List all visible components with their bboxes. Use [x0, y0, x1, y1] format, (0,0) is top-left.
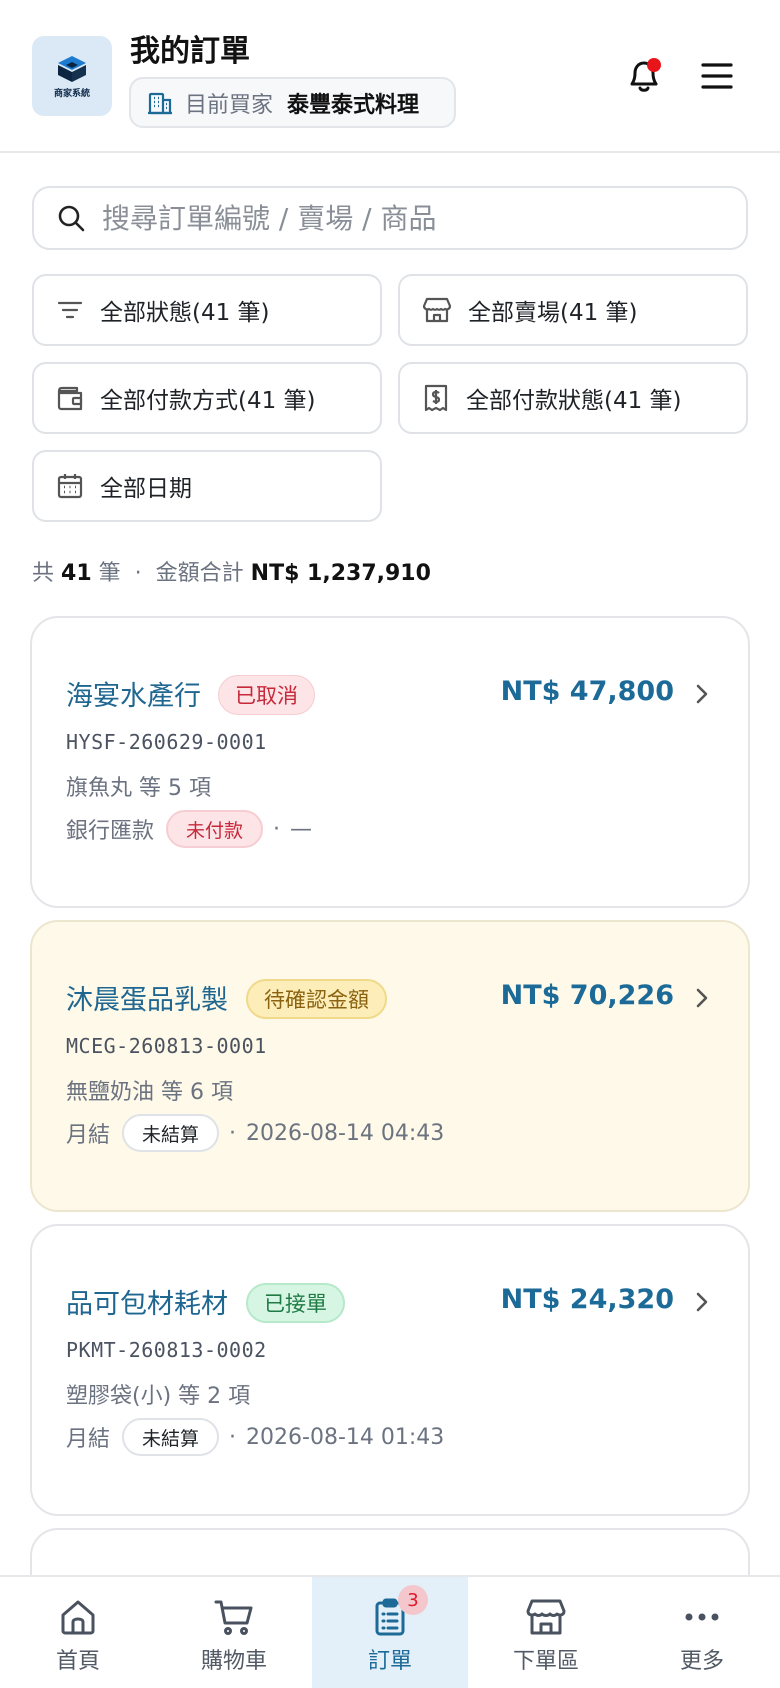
- hamburger-menu-icon[interactable]: [700, 58, 734, 94]
- summary-amount-value: NT$ 1,237,910: [250, 561, 431, 586]
- buyer-name: 泰豐泰式料理: [287, 92, 420, 118]
- calendar-icon: [57, 474, 83, 499]
- order-amount: NT$ 70,226: [500, 980, 674, 1011]
- chevron-right-icon: [696, 988, 708, 1008]
- filter-icon: [57, 301, 83, 319]
- order-time: 2026-08-14 01:43: [246, 1424, 445, 1450]
- filter-payment-method-label: 全部付款方式(41 筆): [100, 388, 316, 414]
- nav-cart[interactable]: 購物車: [156, 1577, 312, 1688]
- order-vendor: 海宴水產行: [66, 681, 201, 712]
- search-box[interactable]: [32, 186, 748, 250]
- order-card[interactable]: 沐晨蛋品乳製 待確認金額 NT$ 70,226 MCEG-260813-0001…: [30, 920, 750, 1212]
- nav-more-label: 更多: [679, 1649, 724, 1674]
- summary-amount-label: 金額合計: [155, 561, 244, 586]
- nav-home-label: 首頁: [55, 1649, 100, 1674]
- payment-status-badge: 未結算: [122, 1114, 220, 1152]
- order-number: HYSF-260629-0001: [66, 730, 267, 754]
- current-buyer-selector[interactable]: 目前買家 泰豐泰式料理: [129, 77, 456, 128]
- box-logo-icon: [58, 55, 86, 82]
- filter-payment-status[interactable]: 全部付款狀態(41 筆): [398, 362, 748, 434]
- order-amount: NT$ 24,320: [500, 1284, 674, 1315]
- app-header: 商家系統 我的訂單 目前買家 泰豐泰式料理: [0, 0, 780, 153]
- wallet-icon: [57, 386, 83, 411]
- notification-dot: [647, 58, 661, 72]
- separator-dot: ·: [229, 1120, 237, 1146]
- filter-store-label: 全部賣場(41 筆): [468, 300, 638, 326]
- order-card[interactable]: 品可包材耗材 已接單 NT$ 24,320 PKMT-260813-0002 塑…: [30, 1224, 750, 1516]
- nav-orders-label: 訂單: [367, 1649, 412, 1674]
- page-title: 我的訂單: [130, 34, 250, 69]
- nav-orders[interactable]: 3 訂單: [312, 1577, 468, 1688]
- order-status-badge: 已取消: [218, 675, 315, 715]
- orders-count-badge: 3: [398, 1585, 428, 1615]
- order-status-badge: 已接單: [246, 1283, 345, 1323]
- chevron-right-icon: [696, 1292, 708, 1312]
- app-logo[interactable]: 商家系統: [32, 36, 112, 116]
- search-icon: [58, 205, 85, 232]
- separator-dot: ·: [229, 1424, 237, 1450]
- order-number: MCEG-260813-0001: [66, 1034, 267, 1058]
- filter-status-label: 全部狀態(41 筆): [100, 300, 270, 326]
- order-items: 無鹽奶油 等 6 項: [66, 1080, 233, 1105]
- summary-prefix: 共: [32, 561, 55, 586]
- order-items: 塑膠袋(小) 等 2 項: [66, 1384, 251, 1409]
- order-status-badge: 待確認金額: [246, 979, 387, 1019]
- order-time: —: [290, 816, 313, 842]
- payment-status-badge: 未結算: [122, 1418, 220, 1456]
- chevron-right-icon: [696, 684, 708, 704]
- filter-date[interactable]: 全部日期: [32, 450, 382, 522]
- order-payment-row: 月結 未結算 · 2026-08-14 04:43: [66, 1114, 444, 1152]
- order-items: 旗魚丸 等 5 項: [66, 776, 211, 801]
- receipt-icon: [424, 384, 448, 412]
- search-input[interactable]: [102, 201, 702, 235]
- nav-more[interactable]: 更多: [624, 1577, 780, 1688]
- filter-payment-method[interactable]: 全部付款方式(41 筆): [32, 362, 382, 434]
- bottom-nav: 首頁 購物車 3 訂單 下單區 更多: [0, 1575, 780, 1688]
- order-vendor: 沐晨蛋品乳製: [66, 985, 228, 1016]
- summary-unit: 筆: [98, 561, 121, 586]
- order-vendor: 品可包材耗材: [66, 1289, 228, 1320]
- building-icon: [148, 92, 172, 114]
- orders-summary: 共 41 筆 · 金額合計 NT$ 1,237,910: [32, 555, 431, 587]
- nav-home[interactable]: 首頁: [0, 1577, 156, 1688]
- nav-shop-label: 下單區: [512, 1649, 579, 1674]
- summary-separator: ·: [134, 561, 142, 586]
- buyer-label: 目前買家: [185, 92, 274, 118]
- separator-dot: ·: [273, 816, 281, 842]
- nav-shop[interactable]: 下單區: [468, 1577, 624, 1688]
- store-icon: [422, 297, 452, 323]
- filter-payment-status-label: 全部付款狀態(41 筆): [466, 388, 682, 414]
- cart-icon: [214, 1600, 253, 1635]
- payment-status-badge: 未付款: [166, 810, 264, 848]
- order-card[interactable]: 海宴水產行 已取消 NT$ 47,800 HYSF-260629-0001 旗魚…: [30, 616, 750, 908]
- nav-cart-label: 購物車: [200, 1649, 267, 1674]
- payment-method: 月結: [66, 1123, 111, 1148]
- filter-status[interactable]: 全部狀態(41 筆): [32, 274, 382, 346]
- order-amount: NT$ 47,800: [500, 676, 674, 707]
- home-icon: [61, 1600, 95, 1635]
- order-number: PKMT-260813-0002: [66, 1338, 267, 1362]
- order-payment-row: 月結 未結算 · 2026-08-14 01:43: [66, 1418, 444, 1456]
- summary-count: 41: [61, 561, 92, 586]
- logo-text: 商家系統: [53, 88, 90, 99]
- payment-method: 銀行匯款: [66, 819, 155, 844]
- order-time: 2026-08-14 04:43: [246, 1120, 445, 1146]
- shop-icon: [526, 1599, 566, 1635]
- more-dots-icon: [685, 1613, 719, 1621]
- payment-method: 月結: [66, 1427, 111, 1452]
- filter-store[interactable]: 全部賣場(41 筆): [398, 274, 748, 346]
- filter-date-label: 全部日期: [100, 476, 192, 502]
- order-payment-row: 銀行匯款 未付款 · —: [66, 810, 312, 848]
